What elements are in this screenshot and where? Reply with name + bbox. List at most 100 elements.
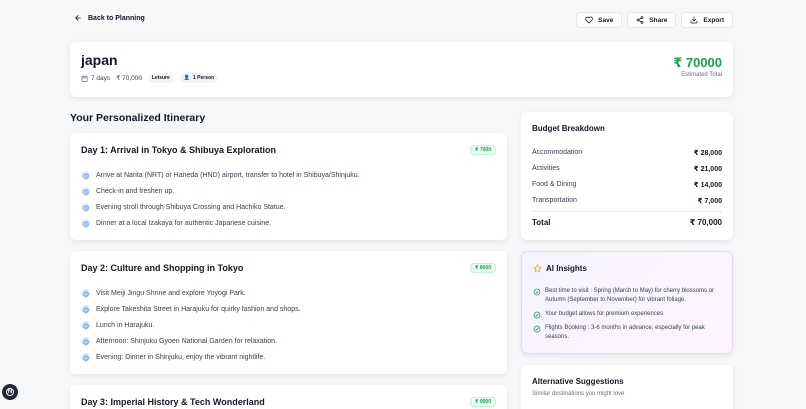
insight-item: Best time to visit : Spring (March to Ma… [533, 287, 721, 304]
ai-insights-header: AI Insights [533, 264, 587, 273]
day-cost-badge: ₹ 8000 [470, 263, 496, 273]
duration-text: 7 days [91, 74, 111, 82]
check-circle-icon [533, 311, 541, 319]
activity-item: Check-in and freshen up. [81, 187, 174, 196]
day-card: Day 2: Culture and Shopping in Tokyo ₹ 8… [70, 251, 507, 374]
alternatives-title: Alternative Suggestions [532, 377, 624, 386]
activity-text: Explore Takeshita Street in Harajuku for… [96, 306, 301, 313]
alternatives-subtitle: Similar destinations you might love [532, 391, 625, 397]
activity-item: Arrive at Narita (NRT) or Haneda (HND) a… [81, 171, 360, 180]
person-icon: 👤 [183, 75, 191, 81]
heart-icon [585, 16, 593, 24]
activity-item: Visit Meiji Jingu Shrine and explore Yoy… [81, 289, 246, 298]
budget-text: ₹ 70,000 [116, 75, 142, 82]
clock-icon [81, 203, 90, 212]
share-button[interactable]: Share [627, 12, 677, 28]
budget-row-label: Accommodation [532, 149, 583, 156]
budget-row: Transportation ₹ 7,000 [532, 197, 722, 205]
travelers-text: 1 Person [193, 75, 215, 81]
floating-assistant-button[interactable]: N [2, 384, 18, 400]
activity-item: Dinner at a local Izakaya for authentic … [81, 219, 271, 228]
activity-text: Check-in and freshen up. [96, 188, 175, 195]
activity-item: Evening: Dinner in Shinjuku, enjoy the v… [81, 353, 265, 362]
clock-icon [81, 353, 90, 362]
day-title: Day 1: Arrival in Tokyo & Shibuya Explor… [81, 145, 277, 155]
budget-row-label: Food & Dining [532, 181, 577, 188]
trip-title: japan [81, 52, 118, 68]
assistant-icon: N [6, 388, 14, 396]
budget-row-value: ₹ 21,000 [693, 166, 722, 173]
star-icon [533, 264, 542, 273]
total-amount: ₹ 70000 [673, 55, 722, 70]
budget-total-label: Total [532, 218, 551, 227]
budget-title: Budget Breakdown [532, 124, 605, 133]
day-card: Day 1: Arrival in Tokyo & Shibuya Explor… [70, 133, 507, 240]
export-label: Export [703, 16, 724, 24]
budget-row-value: ₹ 28,000 [693, 150, 722, 157]
save-button[interactable]: Save [576, 12, 623, 28]
budget-row-value: ₹ 14,000 [693, 182, 722, 189]
insight-text: Best time to visit : Spring (March to Ma… [545, 288, 715, 303]
insight-text: Flights Booking : 3-6 months in advance,… [545, 325, 705, 340]
clock-icon [81, 187, 90, 196]
top-bar: Back to Planning Save Share Export [70, 12, 733, 28]
clock-icon [81, 305, 90, 314]
calendar-icon [81, 75, 88, 82]
clock-icon [81, 321, 90, 330]
day-card: Day 3: Imperial History & Tech Wonderlan… [70, 385, 507, 409]
download-icon [691, 16, 698, 24]
back-label: Back to Planning [88, 14, 145, 22]
budget-total-row: Total ₹ 70,000 [532, 218, 722, 227]
activity-text: Afternoon: Shinjuku Gyoen National Garde… [96, 338, 277, 345]
trip-total: ₹ 70000 Estimated Total [673, 55, 722, 78]
trip-meta: 7 days ₹ 70,000 Leisure 👤 1 Person [81, 73, 219, 83]
arrow-left-icon [75, 15, 81, 21]
top-actions: Save Share Export [576, 12, 733, 28]
clock-icon [81, 289, 90, 298]
day-title: Day 3: Imperial History & Tech Wonderlan… [81, 397, 265, 407]
budget-row: Activities ₹ 21,000 [532, 165, 722, 173]
check-circle-icon [533, 288, 541, 296]
alternative-suggestions-card: Alternative Suggestions Similar destinat… [521, 365, 733, 409]
share-label: Share [649, 16, 668, 24]
day-title: Day 2: Culture and Shopping in Tokyo [81, 263, 244, 273]
share-icon [636, 16, 644, 24]
travelers-tag: 👤 1 Person [179, 73, 219, 83]
trip-budget: ₹ 70,000 [116, 74, 142, 82]
activity-item: Evening stroll through Shibuya Crossing … [81, 203, 286, 212]
day-cost-badge: ₹ 7000 [470, 145, 496, 155]
back-to-planning-button[interactable]: Back to Planning [74, 14, 145, 22]
trip-duration: 7 days [81, 75, 110, 82]
trip-summary-card: japan 7 days ₹ 70,000 Leisure 👤 1 Person… [70, 42, 733, 97]
clock-icon [81, 219, 90, 228]
clock-icon [81, 171, 90, 180]
ai-insights-card: AI Insights Best time to visit : Spring … [521, 251, 733, 354]
export-button[interactable]: Export [681, 12, 733, 28]
itinerary-heading: Your Personalized Itinerary [70, 112, 206, 124]
activity-item: Lunch in Harajuku. [81, 321, 154, 330]
budget-breakdown-card: Budget Breakdown Accommodation ₹ 28,000 … [521, 112, 733, 240]
budget-row-label: Transportation [532, 197, 577, 204]
activity-text: Dinner at a local Izakaya for authentic … [96, 220, 272, 227]
total-label: Estimated Total [681, 72, 722, 78]
activity-text: Evening stroll through Shibuya Crossing … [96, 204, 286, 211]
insight-item: Your budget allows for premium experienc… [533, 310, 721, 319]
clock-icon [81, 337, 90, 346]
check-circle-icon [533, 325, 541, 333]
budget-divider [532, 211, 722, 212]
activity-item: Explore Takeshita Street in Harajuku for… [81, 305, 301, 314]
save-label: Save [598, 16, 614, 24]
budget-row: Food & Dining ₹ 14,000 [532, 181, 722, 189]
activity-text: Visit Meiji Jingu Shrine and explore Yoy… [96, 290, 246, 297]
activity-text: Arrive at Narita (NRT) or Haneda (HND) a… [96, 172, 360, 179]
insight-item: Flights Booking : 3-6 months in advance,… [533, 324, 721, 341]
budget-row-label: Activities [532, 165, 560, 172]
insight-text: Your budget allows for premium experienc… [545, 311, 664, 317]
day-cost-badge: ₹ 9000 [470, 397, 496, 407]
budget-row-value: ₹ 7,000 [697, 198, 722, 205]
travel-style-tag: Leisure [147, 73, 174, 83]
budget-row: Accommodation ₹ 28,000 [532, 149, 722, 157]
ai-insights-title: AI Insights [546, 264, 587, 273]
activity-text: Lunch in Harajuku. [96, 322, 155, 329]
activity-text: Evening: Dinner in Shinjuku, enjoy the v… [96, 354, 266, 361]
